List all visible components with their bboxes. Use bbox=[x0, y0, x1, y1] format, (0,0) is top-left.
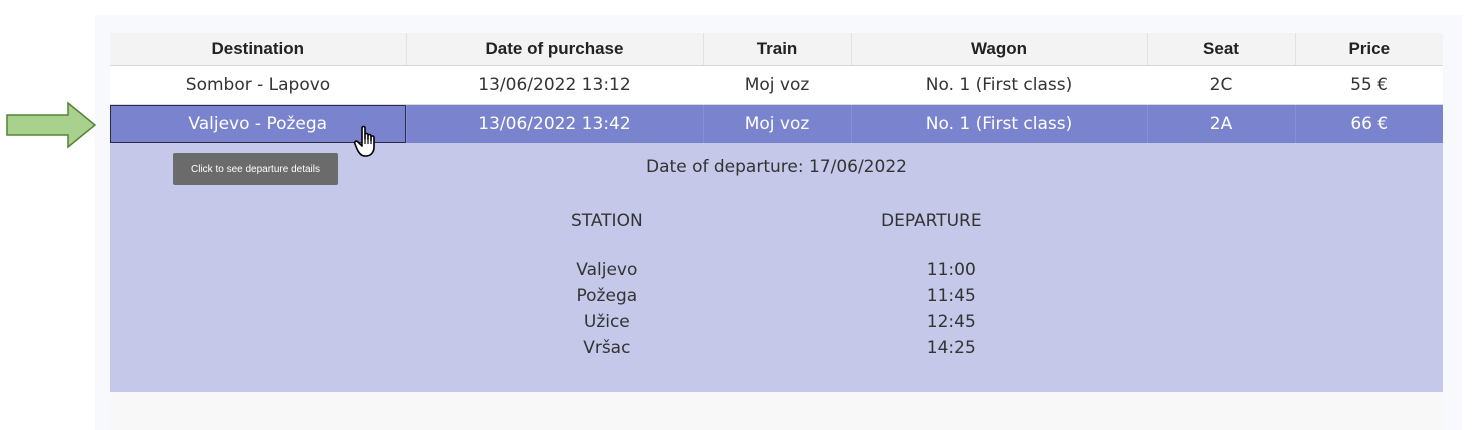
train-cell: Moj voz bbox=[703, 104, 852, 143]
pointer-arrow-icon bbox=[6, 101, 98, 153]
column-header-seat[interactable]: Seat bbox=[1147, 33, 1296, 66]
departure-column: DEPARTURE 11:00 11:45 12:45 14:25 bbox=[881, 211, 982, 361]
station-header: STATION bbox=[571, 211, 643, 231]
station-name: Požega bbox=[576, 286, 638, 306]
price-cell: 66 € bbox=[1295, 104, 1443, 143]
table-row[interactable]: Sombor - Lapovo 13/06/2022 13:12 Moj voz… bbox=[110, 65, 1443, 105]
wagon-cell: No. 1 (First class) bbox=[851, 65, 1147, 105]
table-row-selected[interactable]: Valjevo - Požega 13/06/2022 13:42 Moj vo… bbox=[110, 104, 1443, 143]
train-cell: Moj voz bbox=[703, 65, 851, 105]
departure-time: 11:00 bbox=[926, 260, 976, 280]
wagon-cell: No. 1 (First class) bbox=[851, 104, 1148, 143]
station-name: Vršac bbox=[583, 338, 631, 358]
purchase-date-cell: 13/06/2022 13:42 bbox=[406, 104, 704, 143]
purchase-date-cell: 13/06/2022 13:12 bbox=[406, 65, 703, 105]
departure-time: 11:45 bbox=[926, 286, 976, 306]
tooltip: Click to see departure details bbox=[173, 153, 338, 185]
table-header-row: Destination Date of purchase Train Wagon… bbox=[110, 33, 1443, 66]
station-name: Valjevo bbox=[576, 260, 638, 280]
column-header-destination[interactable]: Destination bbox=[110, 33, 407, 66]
station-name: Užice bbox=[583, 312, 630, 332]
column-header-date-of-purchase[interactable]: Date of purchase bbox=[406, 33, 704, 66]
station-column: STATION Valjevo Požega Užice Vršac bbox=[571, 211, 643, 361]
column-header-price[interactable]: Price bbox=[1295, 33, 1443, 66]
panel-footer bbox=[110, 393, 1443, 430]
destination-cell[interactable]: Sombor - Lapovo bbox=[110, 65, 406, 105]
seat-cell: 2A bbox=[1147, 104, 1296, 143]
column-header-wagon[interactable]: Wagon bbox=[851, 33, 1148, 66]
departure-time: 14:25 bbox=[926, 338, 976, 358]
departure-header: DEPARTURE bbox=[881, 211, 982, 231]
seat-cell: 2C bbox=[1147, 65, 1295, 105]
tickets-table: Destination Date of purchase Train Wagon… bbox=[110, 33, 1443, 392]
hand-cursor-icon bbox=[353, 125, 382, 163]
column-header-train[interactable]: Train bbox=[703, 33, 852, 66]
price-cell: 55 € bbox=[1295, 65, 1443, 105]
departure-time: 12:45 bbox=[926, 312, 976, 332]
